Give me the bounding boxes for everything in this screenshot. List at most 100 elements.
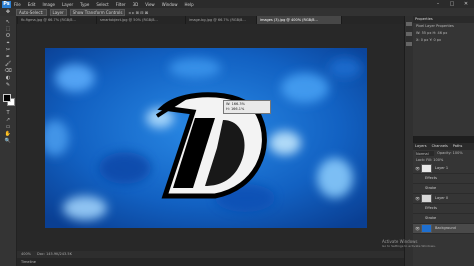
lock-label: Lock: xyxy=(416,158,426,162)
tab-document-4[interactable]: images (3).jpg @ 400% (RGB/8... xyxy=(257,16,342,24)
tooltip-h-label: H: xyxy=(226,106,230,111)
layer-thumbnail xyxy=(421,224,432,233)
position-row: X: 0 px Y: 0 px xyxy=(413,37,474,44)
align-icons[interactable]: ⫷ ⫸ ⊞ ⊟ ⊠ xyxy=(128,10,148,15)
fill-label: Fill: xyxy=(426,158,433,162)
zoom-tool-icon[interactable]: 🔍 xyxy=(4,138,12,144)
auto-select-dropdown[interactable]: Layer xyxy=(49,8,67,16)
foreground-color-swatch[interactable] xyxy=(3,94,11,102)
path-select-tool-icon[interactable]: ↗ xyxy=(4,117,12,123)
auto-select-label: Auto-Select: xyxy=(19,9,44,15)
layer-thumbnail xyxy=(421,194,432,203)
doc-size: Doc: 145.9K/243.5K xyxy=(37,252,72,256)
pencil-tool-icon[interactable]: ✎ xyxy=(4,82,12,88)
canvas-image xyxy=(45,48,367,228)
menu-layer[interactable]: Layer xyxy=(62,2,73,7)
y-value[interactable]: 0 px xyxy=(433,38,441,42)
visibility-eye-icon[interactable]: 👁 xyxy=(415,224,420,233)
menu-edit[interactable]: Edit xyxy=(28,2,36,7)
layers-header: Layers Channels Paths xyxy=(413,143,474,150)
x-value[interactable]: 0 px xyxy=(421,38,429,42)
tooltip-w-value: 166.3% xyxy=(231,102,245,106)
blend-row: Normal Opacity: 100% xyxy=(413,150,474,157)
show-transform-label: Show Transform Controls xyxy=(72,9,123,15)
blend-mode-select[interactable]: Normal xyxy=(416,150,434,156)
history-icon[interactable] xyxy=(406,22,412,26)
tab-properties[interactable]: Properties xyxy=(415,16,433,23)
tab-layers[interactable]: Layers xyxy=(415,143,427,150)
tab-paths[interactable]: Paths xyxy=(453,143,463,150)
layer-row[interactable]: Effects xyxy=(413,174,474,184)
layer-row[interactable]: 👁 Layer 0 xyxy=(413,194,474,204)
fill-value[interactable]: 100% xyxy=(433,158,443,162)
type-tool-icon[interactable]: T xyxy=(4,110,12,116)
x-label: X: xyxy=(416,38,420,42)
close-button[interactable]: ✕ xyxy=(460,0,472,8)
properties-icon[interactable] xyxy=(406,32,412,36)
show-transform-checkbox[interactable]: Show Transform Controls xyxy=(69,8,126,16)
size-row: W: 55 px H: 46 px xyxy=(413,30,474,37)
menu-bar: Ps File Edit Image Layer Type Select Fil… xyxy=(0,0,474,8)
marquee-tool-icon[interactable]: ⬚ xyxy=(4,26,12,32)
layer-name: Background xyxy=(435,226,456,230)
transform-tooltip: W: 166.3% H: 166.1% xyxy=(223,100,271,114)
w-value[interactable]: 55 px xyxy=(422,31,432,35)
tab-document-2[interactable]: smartobject.jpg @ 50% (RGB/8... xyxy=(97,16,186,24)
layer-row[interactable]: Stroke xyxy=(413,184,474,194)
hand-tool-icon[interactable]: ✋ xyxy=(4,131,12,137)
adjustments-icon[interactable] xyxy=(406,42,412,46)
properties-kind: Pixel Layer Properties xyxy=(416,24,454,28)
tab-document-3[interactable]: image-bg.jpg @ 66.7% (RGB/8... xyxy=(186,16,257,24)
h-value[interactable]: 46 px xyxy=(437,31,447,35)
layer-name: Layer 0 xyxy=(435,196,449,200)
menu-filter[interactable]: Filter xyxy=(116,2,126,7)
menu-select[interactable]: Select xyxy=(96,2,108,7)
layer-name: Stroke xyxy=(425,186,437,190)
layer-list: 👁 Layer 1 Effects Stroke 👁 Layer 0 Effec… xyxy=(413,164,474,234)
pen-tool-icon[interactable]: ✒ xyxy=(4,54,12,60)
layer-name: Effects xyxy=(425,206,437,210)
visibility-eye-icon[interactable]: 👁 xyxy=(415,164,420,173)
eraser-tool-icon[interactable]: ⌫ xyxy=(4,68,12,74)
layer-row[interactable]: 👁 Background xyxy=(413,224,474,234)
layer-thumbnail xyxy=(421,164,432,173)
status-bar: 400% Doc: 145.9K/243.5K xyxy=(17,251,404,258)
brush-tool-icon[interactable]: 🖌 xyxy=(4,61,12,67)
zoom-level[interactable]: 400% xyxy=(21,251,31,258)
menu-help[interactable]: Help xyxy=(184,2,193,7)
properties-header: Properties xyxy=(413,16,474,23)
move-tool-icon[interactable]: ↖ xyxy=(4,19,12,25)
crop-tool-icon[interactable]: ✂ xyxy=(4,47,12,53)
timeline-label[interactable]: Timeline xyxy=(17,260,36,264)
move-tool-icon[interactable]: ✥ xyxy=(0,9,16,15)
lasso-tool-icon[interactable]: ʘ xyxy=(4,33,12,39)
visibility-eye-icon[interactable]: 👁 xyxy=(415,194,420,203)
menu-3d[interactable]: 3D xyxy=(133,2,139,7)
dodge-tool-icon[interactable]: ◐ xyxy=(4,75,12,81)
layer-row[interactable]: Stroke xyxy=(413,214,474,224)
maximize-button[interactable]: □ xyxy=(446,0,458,8)
tab-document-1[interactable]: fb-figma.jpg @ 66.7% (RGB/8... xyxy=(18,16,97,24)
document-tabs: fb-figma.jpg @ 66.7% (RGB/8... smartobje… xyxy=(18,16,405,24)
layer-row[interactable]: Effects xyxy=(413,204,474,214)
minimize-button[interactable]: – xyxy=(432,0,444,8)
tab-channels[interactable]: Channels xyxy=(432,143,448,150)
app-logo: Ps xyxy=(2,0,11,8)
opacity-value[interactable]: 100% xyxy=(453,151,463,155)
menu-image[interactable]: Image xyxy=(42,2,55,7)
layer-name: Effects xyxy=(425,176,437,180)
menu-type[interactable]: Type xyxy=(80,2,89,7)
auto-select-checkbox[interactable]: Auto-Select: xyxy=(16,8,47,16)
y-label: Y: xyxy=(429,38,433,42)
menu-view[interactable]: View xyxy=(145,2,155,7)
canvas-area: W: 166.3% H: 166.1% xyxy=(17,24,404,251)
layer-row[interactable]: 👁 Layer 1 xyxy=(413,164,474,174)
watermark-line-2: Go to Settings to activate Windows. xyxy=(382,244,436,248)
document-canvas[interactable]: W: 166.3% H: 166.1% xyxy=(45,48,367,228)
rectangle-tool-icon[interactable]: ▭ xyxy=(4,124,12,130)
properties-panel: Properties Pixel Layer Properties W: 55 … xyxy=(413,16,474,136)
tooltip-w-label: W: xyxy=(226,102,231,106)
menu-window[interactable]: Window xyxy=(162,2,178,7)
menu-file[interactable]: File xyxy=(14,2,21,7)
quick-select-tool-icon[interactable]: ⌖ xyxy=(4,40,12,46)
